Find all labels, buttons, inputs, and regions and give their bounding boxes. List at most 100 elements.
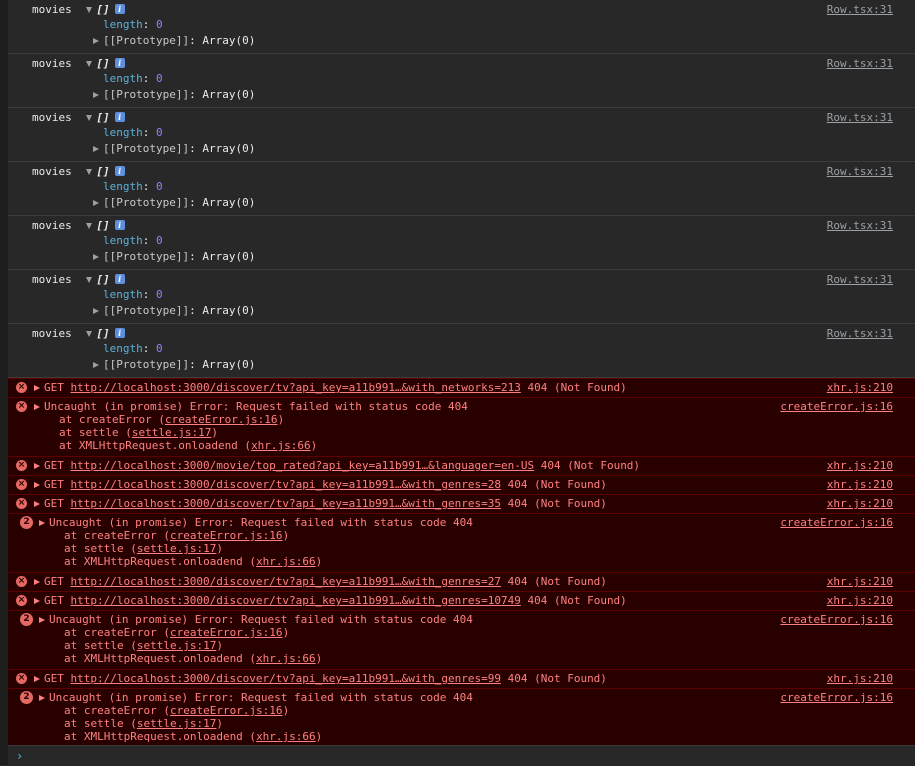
expand-triangle-icon[interactable]	[86, 114, 93, 121]
prototype-row[interactable]: [[Prototype]]: Array(0)	[93, 34, 255, 47]
source-link[interactable]: Row.tsx:31	[827, 273, 893, 286]
network-error-row[interactable]: × GET http://localhost:3000/discover/tv?…	[8, 572, 915, 591]
log-line[interactable]: movies [] i	[32, 327, 125, 340]
stack-link[interactable]: createError.js:16	[170, 626, 283, 639]
source-link[interactable]: xhr.js:210	[827, 478, 893, 491]
expand-triangle-icon[interactable]	[39, 694, 45, 701]
expand-triangle-icon[interactable]	[34, 597, 40, 604]
request-url-link[interactable]: http://localhost:3000/discover/tv?api_ke…	[71, 497, 501, 510]
stack-link[interactable]: createError.js:16	[170, 704, 283, 717]
expand-triangle-icon[interactable]	[34, 675, 40, 682]
stack-link[interactable]: xhr.js:66	[256, 730, 316, 743]
stack-link[interactable]: settle.js:17	[137, 639, 216, 652]
network-error-row[interactable]: × GET http://localhost:3000/discover/tv?…	[8, 475, 915, 494]
repeat-count-badge: 2	[20, 613, 33, 626]
source-link[interactable]: Row.tsx:31	[827, 111, 893, 124]
stack-link[interactable]: xhr.js:66	[256, 652, 316, 665]
uncaught-error-row[interactable]: 2 Uncaught (in promise) Error: Request f…	[8, 610, 915, 669]
uncaught-error-row[interactable]: × Uncaught (in promise) Error: Request f…	[8, 397, 915, 456]
source-link[interactable]: Row.tsx:31	[827, 165, 893, 178]
log-line[interactable]: movies [] i	[32, 3, 125, 16]
expand-triangle-icon[interactable]	[39, 519, 45, 526]
expand-triangle-icon[interactable]	[93, 307, 99, 314]
expand-triangle-icon[interactable]	[34, 384, 40, 391]
info-icon[interactable]: i	[114, 328, 125, 338]
expand-triangle-icon[interactable]	[34, 481, 40, 488]
prototype-row[interactable]: [[Prototype]]: Array(0)	[93, 304, 255, 317]
network-error-row[interactable]: × GET http://localhost:3000/discover/tv?…	[8, 378, 915, 397]
error-message: Uncaught (in promise) Error: Request fai…	[49, 516, 473, 529]
expand-triangle-icon[interactable]	[39, 616, 45, 623]
source-link[interactable]: Row.tsx:31	[827, 3, 893, 16]
log-line[interactable]: movies [] i	[32, 165, 125, 178]
expand-triangle-icon[interactable]	[93, 361, 99, 368]
info-icon[interactable]: i	[114, 4, 125, 14]
expand-triangle-icon[interactable]	[93, 145, 99, 152]
source-link[interactable]: xhr.js:210	[827, 459, 893, 472]
stack-link[interactable]: settle.js:17	[132, 426, 211, 439]
info-icon[interactable]: i	[114, 166, 125, 176]
prototype-row[interactable]: [[Prototype]]: Array(0)	[93, 250, 255, 263]
stack-link[interactable]: xhr.js:66	[251, 439, 311, 452]
source-link[interactable]: xhr.js:210	[827, 575, 893, 588]
expand-triangle-icon[interactable]	[86, 6, 93, 13]
log-line[interactable]: movies [] i	[32, 57, 125, 70]
info-icon[interactable]: i	[114, 58, 125, 68]
expand-triangle-icon[interactable]	[34, 462, 40, 469]
source-link[interactable]: xhr.js:210	[827, 672, 893, 685]
stack-link[interactable]: settle.js:17	[137, 717, 216, 730]
prototype-value: Array(0)	[202, 358, 256, 371]
info-icon[interactable]: i	[114, 112, 125, 122]
request-url-link[interactable]: http://localhost:3000/discover/tv?api_ke…	[71, 575, 501, 588]
expand-triangle-icon[interactable]	[86, 330, 93, 337]
stack-link[interactable]: settle.js:17	[137, 542, 216, 555]
prototype-row[interactable]: [[Prototype]]: Array(0)	[93, 142, 255, 155]
info-icon[interactable]: i	[114, 220, 125, 230]
source-link[interactable]: createError.js:16	[780, 691, 893, 704]
network-error-row[interactable]: × GET http://localhost:3000/discover/tv?…	[8, 669, 915, 688]
expand-triangle-icon[interactable]	[93, 253, 99, 260]
source-link[interactable]: Row.tsx:31	[827, 57, 893, 70]
expand-triangle-icon[interactable]	[93, 91, 99, 98]
request-url-link[interactable]: http://localhost:3000/discover/tv?api_ke…	[71, 672, 501, 685]
expand-triangle-icon[interactable]	[93, 37, 99, 44]
source-link[interactable]: xhr.js:210	[827, 381, 893, 394]
expand-triangle-icon[interactable]	[34, 578, 40, 585]
expand-triangle-icon[interactable]	[86, 222, 93, 229]
prototype-row[interactable]: [[Prototype]]: Array(0)	[93, 88, 255, 101]
expand-triangle-icon[interactable]	[86, 60, 93, 67]
log-line[interactable]: movies [] i	[32, 219, 125, 232]
source-link[interactable]: createError.js:16	[780, 613, 893, 626]
console-input[interactable]: ›	[8, 745, 915, 766]
network-error-row[interactable]: × GET http://localhost:3000/discover/tv?…	[8, 494, 915, 513]
prototype-row[interactable]: [[Prototype]]: Array(0)	[93, 358, 255, 371]
source-link[interactable]: xhr.js:210	[827, 594, 893, 607]
request-url-link[interactable]: http://localhost:3000/discover/tv?api_ke…	[71, 478, 501, 491]
request-url-link[interactable]: http://localhost:3000/movie/top_rated?ap…	[71, 459, 535, 472]
log-line[interactable]: movies [] i	[32, 111, 125, 124]
source-link[interactable]: xhr.js:210	[827, 497, 893, 510]
prototype-key: [[Prototype]]	[103, 250, 190, 263]
stack-link[interactable]: createError.js:16	[170, 529, 283, 542]
network-error-row[interactable]: × GET http://localhost:3000/discover/tv?…	[8, 591, 915, 610]
source-link[interactable]: createError.js:16	[780, 516, 893, 529]
expand-triangle-icon[interactable]	[34, 500, 40, 507]
request-url-link[interactable]: http://localhost:3000/discover/tv?api_ke…	[71, 594, 521, 607]
network-error-row[interactable]: × GET http://localhost:3000/movie/top_ra…	[8, 456, 915, 475]
uncaught-error-row[interactable]: 2 Uncaught (in promise) Error: Request f…	[8, 688, 915, 747]
info-icon[interactable]: i	[114, 274, 125, 284]
uncaught-error-row[interactable]: 2 Uncaught (in promise) Error: Request f…	[8, 513, 915, 572]
source-link[interactable]: Row.tsx:31	[827, 327, 893, 340]
prototype-row[interactable]: [[Prototype]]: Array(0)	[93, 196, 255, 209]
expand-triangle-icon[interactable]	[86, 168, 93, 175]
expand-triangle-icon[interactable]	[93, 199, 99, 206]
log-line[interactable]: movies [] i	[32, 273, 125, 286]
request-url-link[interactable]: http://localhost:3000/discover/tv?api_ke…	[71, 381, 521, 394]
source-link[interactable]: createError.js:16	[780, 400, 893, 413]
expand-triangle-icon[interactable]	[34, 403, 40, 410]
expand-triangle-icon[interactable]	[86, 276, 93, 283]
source-link[interactable]: Row.tsx:31	[827, 219, 893, 232]
stack-frame: at settle (settle.js:17)	[59, 426, 218, 439]
stack-link[interactable]: createError.js:16	[165, 413, 278, 426]
stack-link[interactable]: xhr.js:66	[256, 555, 316, 568]
